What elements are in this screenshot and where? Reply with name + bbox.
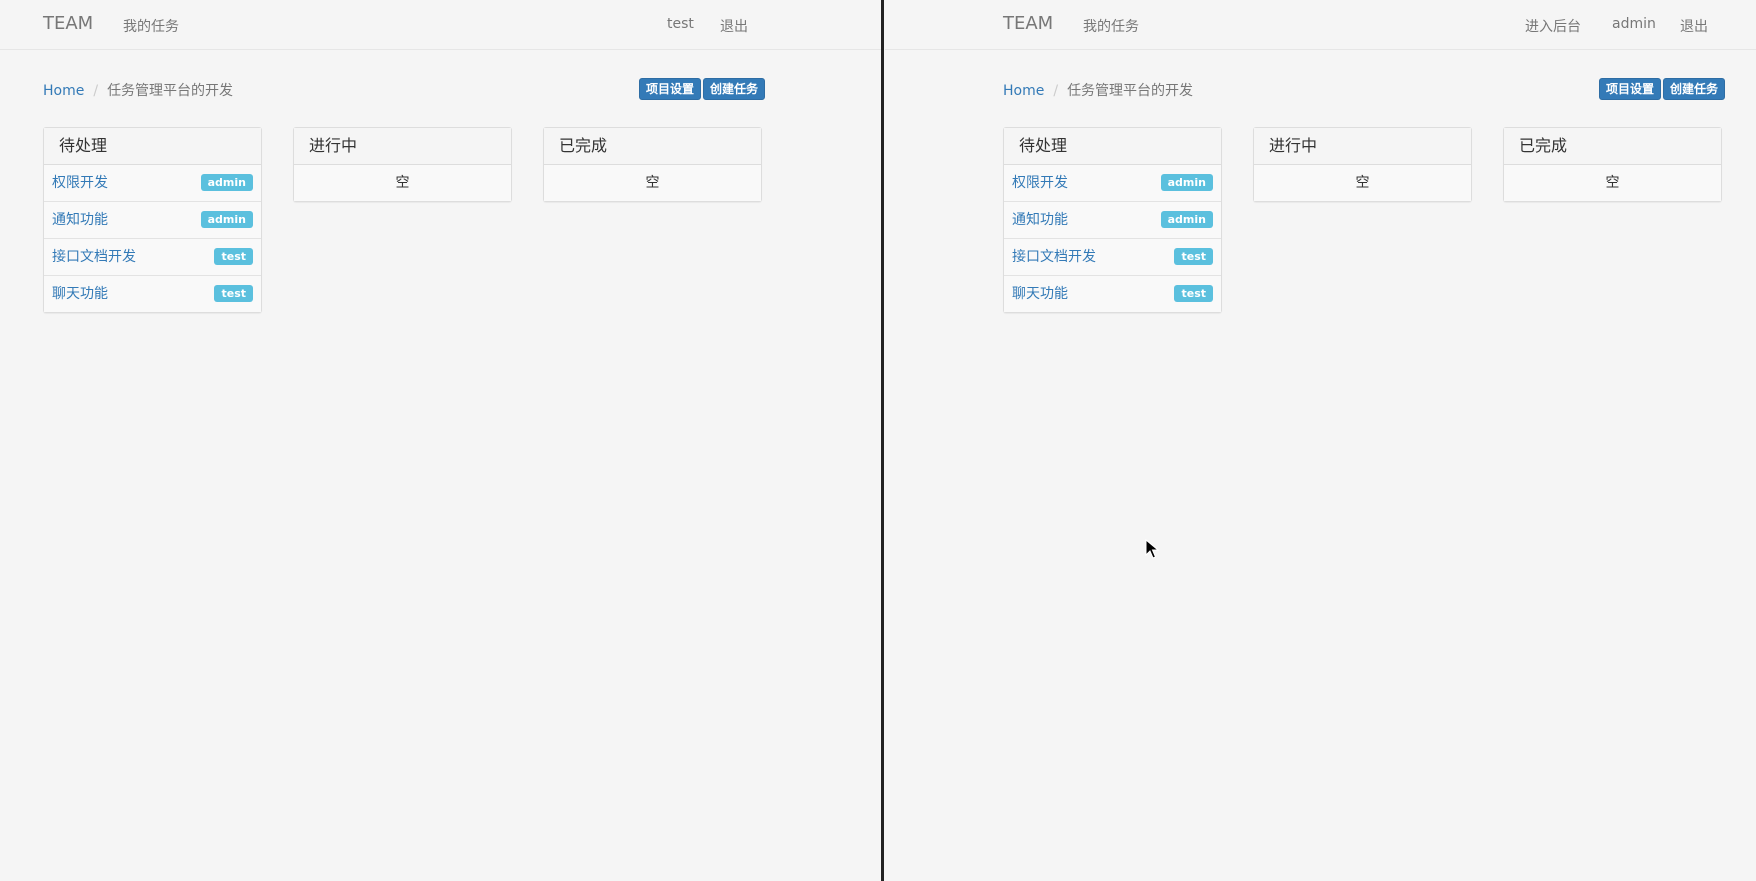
create-task-button[interactable]: 创建任务 [1663,78,1726,100]
breadcrumb: Home / 任务管理平台的开发 [43,80,233,100]
assignee-badge: admin [1160,174,1213,191]
assignee-badge: admin [200,174,253,191]
column-todo: 待处理 权限开发 admin 通知功能 admin 接口文档开发 test 聊天… [1003,127,1222,313]
assignee-badge: test [1174,248,1213,265]
task-link[interactable]: 权限开发 [1012,175,1068,191]
breadcrumb-current: 任务管理平台的开发 [1067,83,1194,99]
navbar: TEAM 我的任务 进入后台 admin 退出 [885,0,1756,50]
project-settings-button[interactable]: 项目设置 [639,78,702,100]
task-item[interactable]: 聊天功能 test [44,276,261,312]
breadcrumb-separator: / [93,83,99,99]
task-link[interactable]: 接口文档开发 [1012,249,1096,265]
nav-username[interactable]: admin [1612,16,1656,32]
nav-my-tasks[interactable]: 我的任务 [123,16,179,36]
create-task-button[interactable]: 创建任务 [703,78,766,100]
breadcrumb-current: 任务管理平台的开发 [107,83,234,99]
task-item[interactable]: 通知功能 admin [44,202,261,239]
column-done: 已完成 空 [543,127,762,202]
breadcrumb-home[interactable]: Home [1003,83,1044,99]
nav-username[interactable]: test [667,16,694,32]
column-title: 待处理 [44,128,261,165]
breadcrumb-home[interactable]: Home [43,83,84,99]
column-todo: 待处理 权限开发 admin 通知功能 admin 接口文档开发 test 聊天… [43,127,262,313]
nav-logout[interactable]: 退出 [1680,16,1708,36]
right-browser-window: TEAM 我的任务 进入后台 admin 退出 Home / 任务管理平台的开发 项… [885,0,1756,881]
column-title: 待处理 [1004,128,1221,165]
task-link[interactable]: 权限开发 [52,175,108,191]
breadcrumb: Home / 任务管理平台的开发 [1003,80,1193,100]
brand-logo[interactable]: TEAM [43,13,93,34]
assignee-badge: test [214,248,253,265]
empty-placeholder: 空 [1504,165,1721,201]
brand-logo[interactable]: TEAM [1003,13,1053,34]
nav-logout[interactable]: 退出 [720,16,748,36]
task-item[interactable]: 聊天功能 test [1004,276,1221,312]
task-item[interactable]: 接口文档开发 test [1004,239,1221,276]
column-title: 已完成 [1504,128,1721,165]
column-in-progress: 进行中 空 [1253,127,1472,202]
assignee-badge: test [214,285,253,302]
column-in-progress: 进行中 空 [293,127,512,202]
task-link[interactable]: 通知功能 [1012,212,1068,228]
mouse-pointer-icon [1145,539,1159,559]
task-link[interactable]: 接口文档开发 [52,249,136,265]
project-settings-button[interactable]: 项目设置 [1599,78,1662,100]
window-divider [881,0,884,881]
nav-admin-panel[interactable]: 进入后台 [1525,16,1581,36]
task-link[interactable]: 通知功能 [52,212,108,228]
empty-placeholder: 空 [1254,165,1471,201]
column-title: 进行中 [294,128,511,165]
column-title: 已完成 [544,128,761,165]
task-item[interactable]: 权限开发 admin [1004,165,1221,202]
assignee-badge: admin [200,211,253,228]
navbar: TEAM 我的任务 test 退出 [0,0,881,50]
task-item[interactable]: 接口文档开发 test [44,239,261,276]
column-done: 已完成 空 [1503,127,1722,202]
assignee-badge: test [1174,285,1213,302]
column-title: 进行中 [1254,128,1471,165]
breadcrumb-separator: / [1053,83,1059,99]
empty-placeholder: 空 [544,165,761,201]
task-item[interactable]: 权限开发 admin [44,165,261,202]
task-link[interactable]: 聊天功能 [52,286,108,302]
task-link[interactable]: 聊天功能 [1012,286,1068,302]
task-item[interactable]: 通知功能 admin [1004,202,1221,239]
nav-my-tasks[interactable]: 我的任务 [1083,16,1139,36]
assignee-badge: admin [1160,211,1213,228]
empty-placeholder: 空 [294,165,511,201]
left-browser-window: TEAM 我的任务 test 退出 Home / 任务管理平台的开发 项目设置 创建… [0,0,881,881]
